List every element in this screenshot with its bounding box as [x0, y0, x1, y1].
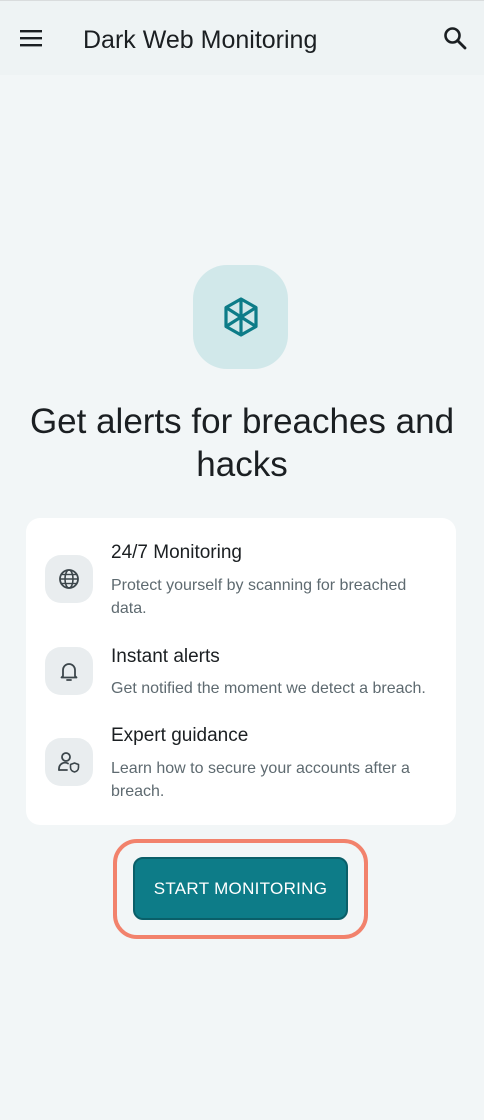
- hamburger-menu-icon: [20, 30, 42, 47]
- features-card: 24/7 Monitoring Protect yourself by scan…: [26, 518, 456, 825]
- search-icon: [444, 27, 467, 50]
- hero-icon-container: [193, 265, 288, 369]
- start-monitoring-button[interactable]: START MONITORING: [133, 857, 348, 920]
- feature-description: Learn how to secure your accounts after …: [111, 760, 410, 800]
- feature-title: Expert guidance: [111, 725, 249, 746]
- menu-button[interactable]: [14, 21, 48, 55]
- feature-icon-container: [45, 738, 93, 786]
- globe-icon: [59, 569, 79, 589]
- search-button[interactable]: [438, 21, 472, 55]
- user-shield-icon: [58, 752, 80, 773]
- feature-description: Get notified the moment we detect a brea…: [111, 680, 426, 697]
- cube-shield-icon: [223, 297, 258, 337]
- bell-icon: [60, 663, 78, 681]
- page-title: Dark Web Monitoring: [83, 26, 318, 54]
- feature-description: Protect yourself by scanning for breache…: [111, 577, 407, 617]
- feature-icon-container: [45, 555, 93, 603]
- feature-title: Instant alerts: [111, 646, 220, 667]
- app-bar: Dark Web Monitoring: [0, 0, 484, 75]
- headline: Get alerts for breaches and hacks: [29, 402, 455, 484]
- feature-title: 24/7 Monitoring: [111, 542, 242, 563]
- feature-icon-container: [45, 647, 93, 695]
